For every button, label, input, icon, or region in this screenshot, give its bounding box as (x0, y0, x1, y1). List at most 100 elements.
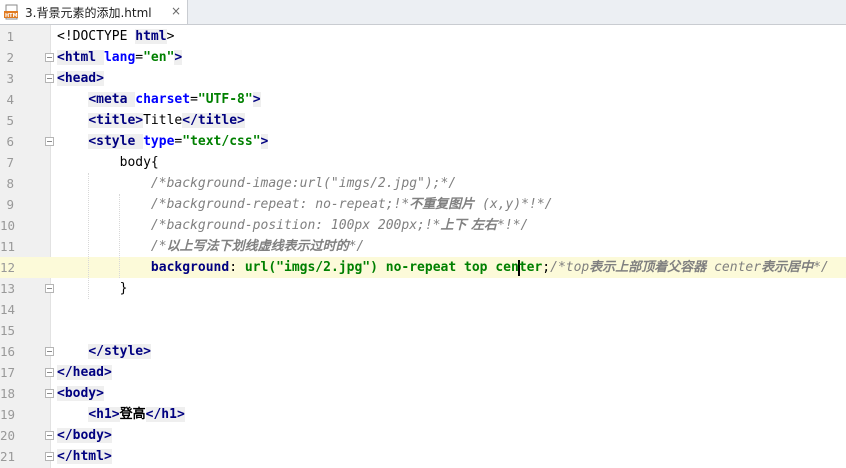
code-token: <meta (88, 92, 136, 107)
code-token: = (190, 92, 198, 107)
fold-marker-icon[interactable] (45, 389, 54, 398)
code-token: ) (370, 260, 378, 275)
code-token: "text/css" (182, 134, 261, 149)
code-line[interactable]: 9 /*background-repeat: no-repeat;!*不重复图片… (0, 194, 846, 215)
line-number: 14 (0, 302, 16, 317)
code-token: <body> (57, 386, 104, 401)
code-text: } (57, 278, 128, 299)
line-number: 16 (0, 344, 16, 359)
code-line[interactable]: 15 (0, 320, 846, 341)
code-token: /*background-repeat: no-repeat;!* (150, 197, 410, 212)
code-line[interactable]: 16 </style> (0, 341, 846, 362)
line-number: 12 (0, 260, 16, 275)
line-number: 8 (6, 176, 14, 191)
code-token: <h1> (88, 407, 120, 422)
line-number: 9 (6, 197, 14, 212)
code-line[interactable]: 1 <!DOCTYPE html> (0, 26, 846, 47)
code-token: */ (813, 260, 829, 275)
code-text: </html> (57, 446, 112, 467)
code-text: background: url("imgs/2.jpg") no-repeat … (57, 257, 829, 278)
code-line[interactable]: 5 <title>Title</title> (0, 110, 846, 131)
code-editor[interactable]: 1 <!DOCTYPE html > 2 <html lang="en"> 3 <head>… (0, 25, 846, 468)
indent-guide (119, 194, 120, 278)
code-line[interactable]: 2 <html lang="en"> (0, 47, 846, 68)
code-token: </body> (57, 428, 112, 443)
code-line[interactable]: 4 <meta charset="UTF-8"> (0, 89, 846, 110)
fold-marker-icon[interactable] (45, 74, 54, 83)
code-token: /*background-position: 100px 200px;!* (150, 218, 441, 233)
code-token: <!DOCTYPE (57, 29, 136, 44)
code-line[interactable]: 14 (0, 299, 846, 320)
code-token: lang (103, 50, 136, 65)
code-text: </body> (57, 425, 112, 446)
indent-guide (88, 173, 89, 299)
line-number: 2 (6, 50, 14, 65)
code-token: ter (518, 260, 543, 275)
line-number: 5 (6, 113, 14, 128)
code-token: 上下 左右 (440, 218, 498, 233)
code-text: <meta charset="UTF-8"> (57, 89, 261, 110)
code-token: > (252, 92, 261, 107)
code-token: 表示居中 (761, 260, 814, 275)
close-tab-icon[interactable]: × (171, 4, 181, 18)
code-token: </title> (182, 113, 245, 128)
line-number: 20 (0, 428, 16, 443)
code-line[interactable]: 20 </body> (0, 425, 846, 446)
code-line[interactable]: 17 </head> (0, 362, 846, 383)
code-line[interactable]: 8 /*background-image:url("imgs/2.jpg");*… (0, 173, 846, 194)
fold-marker-icon[interactable] (45, 368, 54, 377)
code-token: background (150, 260, 230, 275)
fold-marker-icon[interactable] (45, 431, 54, 440)
code-token: (x,y)*!*/ (474, 197, 553, 212)
code-token: </head> (57, 365, 112, 380)
fold-marker-icon[interactable] (45, 347, 54, 356)
fold-marker-icon[interactable] (45, 137, 54, 146)
code-line[interactable]: 10 /*background-position: 100px 200px;!*… (0, 215, 846, 236)
line-number: 21 (0, 449, 16, 464)
code-token: no-repeat top cen (385, 260, 519, 275)
code-token: > (260, 134, 269, 149)
code-line[interactable]: 6 <style type="text/css"> (0, 131, 846, 152)
code-token: type (143, 134, 175, 149)
code-line[interactable]: 12 background: url("imgs/2.jpg") no-repe… (0, 257, 846, 278)
code-line[interactable]: 19 <h1>登高</h1> (0, 404, 846, 425)
fold-marker-icon[interactable] (45, 452, 54, 461)
svg-text:HTML: HTML (5, 13, 20, 19)
code-token: /*top (550, 260, 590, 275)
code-token: 表示上部顶着父容器 (589, 260, 707, 275)
line-number: 17 (0, 365, 16, 380)
code-text: <style type="text/css"> (57, 131, 269, 152)
code-line[interactable]: 3 <head> (0, 68, 846, 89)
fold-marker-icon[interactable] (45, 284, 54, 293)
file-tab[interactable]: HTML 3.背景元素的添加.html × (0, 0, 188, 24)
code-token: /*background-image:url("imgs/2.jpg");*/ (150, 176, 457, 191)
code-line[interactable]: 13 } (0, 278, 846, 299)
code-token: </style> (88, 344, 151, 359)
code-text: <html lang="en"> (57, 47, 183, 68)
code-token: html (135, 29, 167, 44)
line-number: 11 (0, 239, 16, 254)
line-number: 4 (6, 92, 14, 107)
code-text: /*background-image:url("imgs/2.jpg");*/ (57, 173, 456, 194)
fold-marker-icon[interactable] (45, 53, 54, 62)
code-text: </style> (57, 341, 151, 362)
code-token: "UTF-8" (197, 92, 253, 107)
line-number: 1 (6, 29, 14, 44)
code-line[interactable]: 21 </html> (0, 446, 846, 467)
code-text: <title>Title</title> (57, 110, 245, 131)
line-number: 3 (6, 71, 14, 86)
code-token: </html> (57, 449, 112, 464)
code-line[interactable]: 18 <body> (0, 383, 846, 404)
code-line[interactable]: 7 body{ (0, 152, 846, 173)
code-token: url( (244, 260, 277, 275)
tab-title: 3.背景元素的添加.html (25, 5, 152, 20)
code-line[interactable]: 11 /*以上写法下划线虚线表示过时的*/ (0, 236, 846, 257)
